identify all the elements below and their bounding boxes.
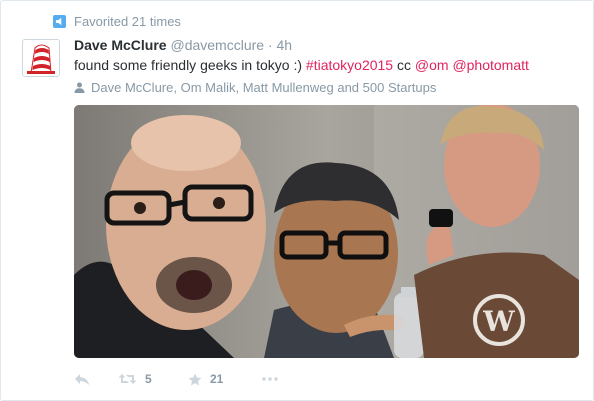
avatar[interactable] (22, 39, 60, 77)
svg-text:W: W (482, 305, 515, 338)
retweet-icon (118, 374, 137, 384)
retweet-count: 5 (145, 372, 152, 386)
tweet-text-plain: found some friendly geeks in tokyo :) (74, 57, 306, 73)
timestamp[interactable]: 4h (277, 37, 293, 53)
favorite-count: 21 (210, 372, 224, 386)
reply-icon (75, 373, 89, 385)
tweet-text: found some friendly geeks in tokyo :) #t… (74, 57, 529, 73)
username[interactable]: @davemcclure (170, 37, 264, 53)
mention-link-photomatt[interactable]: @photomatt (452, 57, 528, 73)
more-dots-icon (262, 377, 278, 381)
tweet-photo[interactable]: W (74, 105, 579, 358)
star-icon (188, 373, 202, 385)
tweet-card[interactable]: Favorited 21 times Dave McClure @davemcc… (0, 0, 594, 401)
hashtag-link[interactable]: #tiatokyo2015 (306, 57, 393, 73)
context-text: Favorited 21 times (74, 14, 181, 29)
tweet-text-cc: cc (393, 57, 415, 73)
retweet-button[interactable]: 5 (118, 372, 188, 386)
favorite-button[interactable]: 21 (188, 372, 262, 386)
tweet-actions: 5 21 (74, 370, 278, 388)
reply-button[interactable] (74, 373, 118, 386)
mention-link-om[interactable]: @om (415, 57, 449, 73)
media-tags-text: Dave McClure, Om Malik, Matt Mullenweg a… (91, 80, 437, 95)
more-button[interactable] (262, 377, 278, 381)
timestamp-separator: · (267, 37, 273, 53)
person-icon (74, 82, 85, 93)
favorite-context-icon (53, 15, 66, 28)
media-tags[interactable]: Dave McClure, Om Malik, Matt Mullenweg a… (74, 80, 436, 95)
display-name[interactable]: Dave McClure (74, 37, 167, 53)
tweet-header: Dave McClure @davemcclure · 4h (74, 37, 292, 53)
tweet-context: Favorited 21 times (53, 14, 181, 29)
